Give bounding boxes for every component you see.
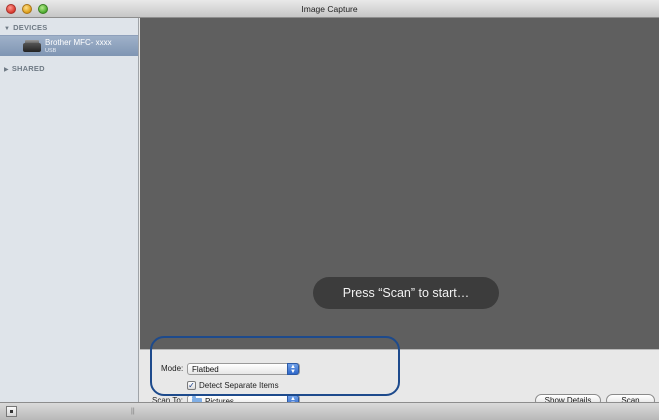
status-bar: || [0,402,659,420]
image-capture-window: Image Capture ▼ DEVICES Brother MFC- xxxx… [0,0,659,420]
devices-header-label: DEVICES [13,23,48,32]
window-title: Image Capture [301,4,358,14]
sidebar-header-shared[interactable]: ▶ SHARED [4,64,45,73]
sidebar-toggle-icon[interactable] [6,406,17,417]
device-name: Brother MFC- xxxx [45,38,112,47]
resize-grip-icon[interactable]: || [131,408,135,415]
sidebar-item-device[interactable]: Brother MFC- xxxx USB [0,35,138,56]
scan-preview-area[interactable]: Press “Scan” to start… [140,18,659,349]
disclosure-closed-icon[interactable]: ▶ [4,67,9,73]
scan-hint: Press “Scan” to start… [313,277,499,309]
device-connection: USB [45,48,57,54]
shared-header-label: SHARED [11,64,45,73]
annotation-highlight [150,336,400,396]
disclosure-open-icon[interactable]: ▼ [4,26,10,32]
sidebar: ▼ DEVICES Brother MFC- xxxx USB ▶ SHARED [0,18,139,402]
sidebar-header-devices[interactable]: ▼ DEVICES [4,23,47,32]
title-bar[interactable]: Image Capture [0,0,659,18]
printer-icon [23,39,41,53]
